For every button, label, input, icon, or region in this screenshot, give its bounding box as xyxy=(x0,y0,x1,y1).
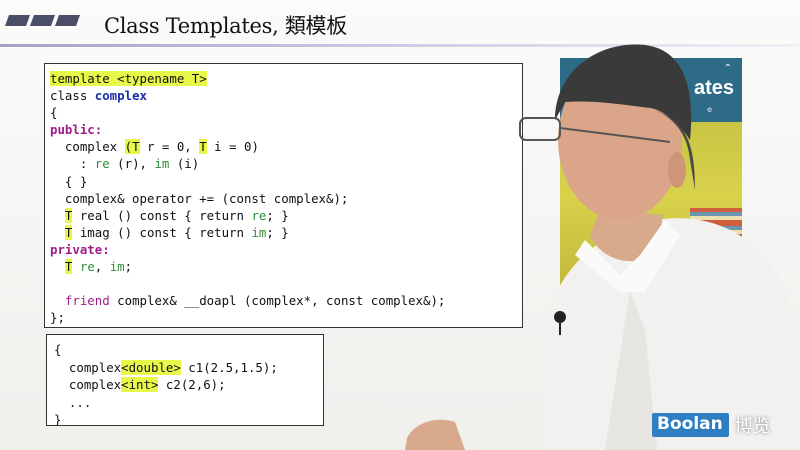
code-token: complex xyxy=(54,377,122,393)
code-token: friend xyxy=(64,293,110,309)
presenter-image xyxy=(405,44,800,450)
code-token: } xyxy=(54,412,62,428)
code-token: complex& operator += (const complex&); xyxy=(50,190,349,206)
code-token: c2(2,6); xyxy=(158,377,226,393)
header-bar xyxy=(4,15,31,26)
code-token: re xyxy=(251,207,267,223)
code-token: imag () const { return xyxy=(72,224,252,240)
header-bars-decoration xyxy=(4,15,81,26)
code-token: { } xyxy=(50,173,88,189)
slide: Class Templates, 類模板 template <typename … xyxy=(0,0,800,450)
highlighted-token: (T xyxy=(124,139,140,155)
code-token: : xyxy=(50,156,95,172)
code-token: ; } xyxy=(266,224,289,240)
header-bar xyxy=(54,15,81,26)
code-line: } xyxy=(54,411,323,429)
code-token: { xyxy=(50,105,58,121)
code-token: complex xyxy=(50,139,125,155)
code-token: c1(2.5,1.5); xyxy=(180,359,278,375)
header-bar xyxy=(29,15,56,26)
code-token: public: xyxy=(50,122,103,138)
code-token: ... xyxy=(54,394,92,410)
highlighted-token: <double> xyxy=(121,359,181,375)
code-token: im xyxy=(154,156,170,172)
code-token: real () const { return xyxy=(72,207,252,223)
highlighted-token: T xyxy=(199,139,207,155)
code-token: class xyxy=(50,88,95,104)
code-token: (i) xyxy=(169,156,200,172)
code-line: complex<double> c1(2.5,1.5); xyxy=(54,359,323,377)
code-token: (r), xyxy=(109,156,155,172)
highlighted-token: <int> xyxy=(121,377,159,393)
code-token: , xyxy=(94,259,110,275)
code-line: { xyxy=(54,341,323,359)
code-line: complex<int> c2(2,6); xyxy=(54,376,323,394)
boolan-logo: Boolan 博览 xyxy=(652,411,771,439)
logo-text-en: Boolan xyxy=(652,413,729,437)
logo-text-cn: 博览 xyxy=(734,416,771,437)
highlighted-token: template <typename T> xyxy=(50,71,207,86)
slide-title: Class Templates, 類模板 xyxy=(104,14,347,38)
code-token: ; } xyxy=(266,207,289,223)
code-token: im xyxy=(251,224,267,240)
code-token: re xyxy=(94,156,110,172)
code-line: ... xyxy=(54,394,323,412)
code-token: complex xyxy=(54,359,122,375)
code-token: re xyxy=(79,259,95,275)
code-token: r = 0, xyxy=(139,139,200,155)
code-token: }; xyxy=(50,310,65,326)
code-token: { xyxy=(54,342,62,357)
code-token: im xyxy=(109,259,125,275)
code-block-usage: { complex<double> c1(2.5,1.5); complex<i… xyxy=(46,334,324,429)
code-token: ; xyxy=(124,259,133,275)
code-token: complex xyxy=(94,88,147,104)
code-token: private: xyxy=(50,241,110,257)
code-token: i = 0) xyxy=(206,139,259,155)
